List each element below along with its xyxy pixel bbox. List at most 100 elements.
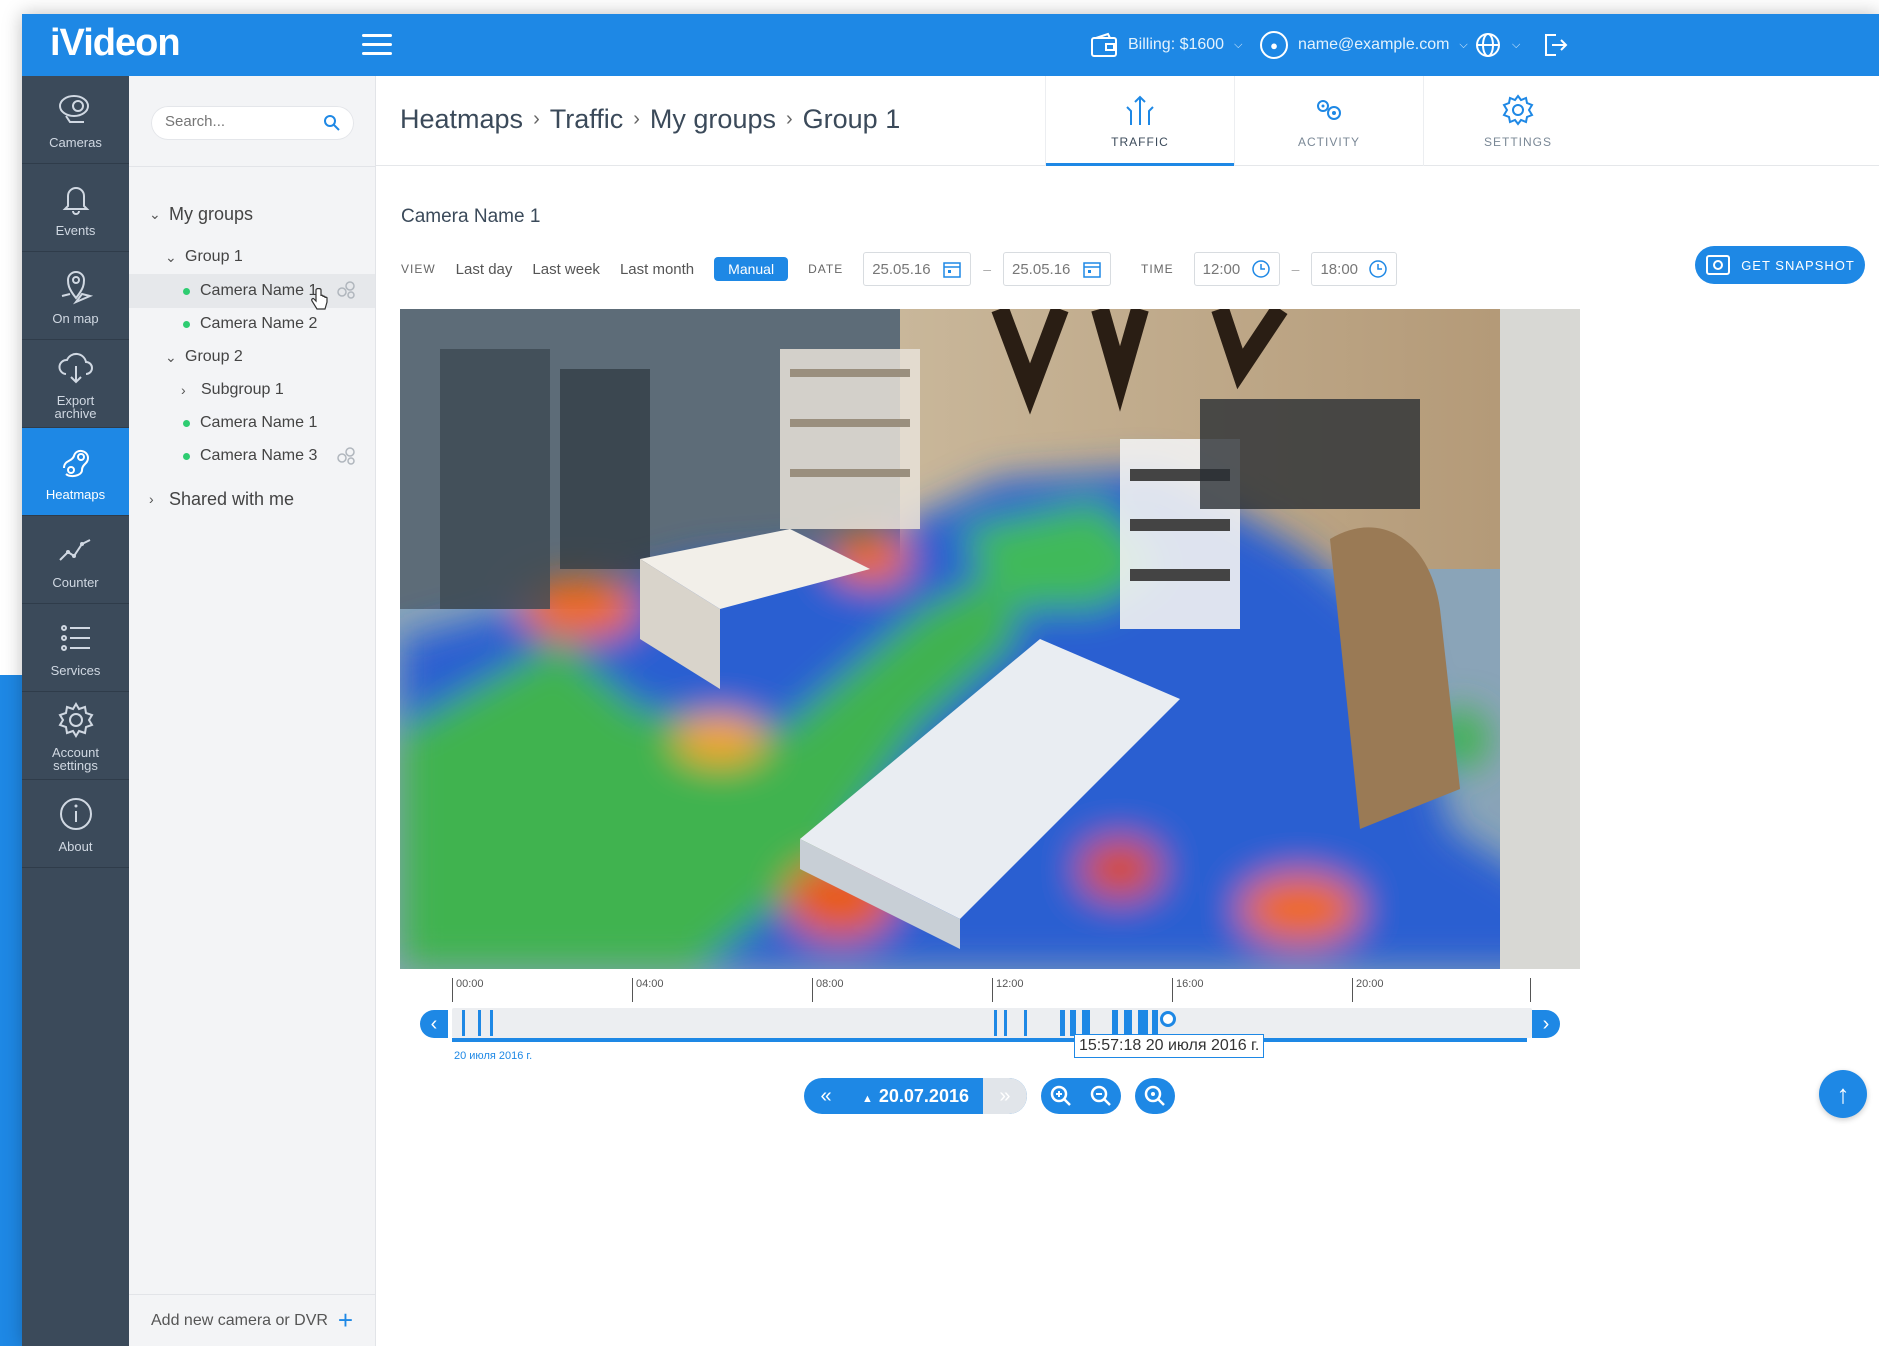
heatmap-viewer[interactable] — [400, 309, 1580, 969]
breadcrumb-item[interactable]: My groups — [650, 104, 776, 135]
time-from-field[interactable]: 12:00 — [1193, 252, 1280, 286]
tree-subgroup-1[interactable]: › Subgroup 1 — [181, 377, 284, 403]
recording-segment — [1070, 1010, 1076, 1036]
search-icon[interactable] — [322, 113, 342, 133]
tree-group-1[interactable]: ⌄ Group 1 — [165, 244, 243, 270]
date-picker-button[interactable]: ▲ 20.07.2016 — [848, 1086, 983, 1107]
zoom-in-button[interactable] — [1041, 1078, 1081, 1114]
zoom-fit-icon — [1144, 1085, 1165, 1106]
view-option-manual[interactable]: Manual — [714, 257, 789, 281]
nav-export-archive[interactable]: Export archive — [22, 340, 129, 428]
recording-segment — [478, 1010, 481, 1036]
chevron-down-icon: ⌄ — [165, 248, 177, 265]
zoom-reset-button[interactable] — [1135, 1078, 1175, 1114]
breadcrumb-item[interactable]: Traffic — [550, 104, 624, 135]
main-sidebar: Cameras Events On map Export archive Hea… — [22, 76, 129, 1346]
tick-label: 04:00 — [632, 978, 664, 1002]
nav-cameras[interactable]: Cameras — [22, 76, 129, 164]
tree-shared-with-me[interactable]: › Shared with me — [149, 486, 294, 512]
tree-label: Subgroup 1 — [201, 381, 284, 398]
page-header: Heatmaps › Traffic › My groups › Group 1… — [376, 76, 1879, 167]
app-window: iVideon Billing: $1600 ⌵ ● name@example.… — [22, 14, 1879, 1346]
zoom-out-icon — [1090, 1085, 1111, 1106]
chevron-down-icon: ⌄ — [149, 205, 161, 222]
tick-label: 16:00 — [1172, 978, 1204, 1002]
time-label: TIME — [1141, 262, 1174, 276]
zoom-out-button[interactable] — [1081, 1078, 1121, 1114]
timeline-track[interactable] — [452, 1008, 1532, 1038]
tree-label: My groups — [169, 203, 254, 224]
view-option-last-day[interactable]: Last day — [456, 261, 513, 278]
player-date: 20.07.2016 — [878, 1085, 969, 1106]
get-snapshot-button[interactable]: GET SNAPSHOT — [1695, 246, 1865, 284]
tick-label: 08:00 — [812, 978, 844, 1002]
chevron-down-icon: ⌄ — [165, 348, 177, 365]
add-camera-button[interactable]: Add new camera or DVR + — [129, 1294, 375, 1346]
date-navigator: « ▲ 20.07.2016 » — [804, 1078, 1027, 1114]
zoom-reset-group — [1134, 1078, 1175, 1114]
heatmap-share-icon[interactable] — [334, 444, 358, 468]
map-pin-icon — [61, 271, 93, 305]
nav-events[interactable]: Events — [22, 164, 129, 252]
recording-segment — [1124, 1010, 1132, 1036]
view-option-last-week[interactable]: Last week — [532, 261, 600, 278]
search-input[interactable] — [165, 113, 315, 130]
date-to-field[interactable]: 25.05.16 — [1003, 252, 1111, 286]
search-box — [151, 106, 354, 140]
breadcrumb-item[interactable]: Heatmaps — [400, 104, 523, 135]
tree-camera-item[interactable]: Camera Name 1 — [183, 410, 317, 436]
timeline-prev-button[interactable]: ‹ — [420, 1010, 448, 1038]
gear-icon — [58, 701, 93, 738]
recording-segment — [1112, 1010, 1118, 1036]
timeline-date: 20 июля 2016 г. — [454, 1050, 533, 1062]
time-to-field[interactable]: 18:00 — [1311, 252, 1398, 286]
info-icon — [59, 798, 92, 830]
nav-counter[interactable]: Counter — [22, 516, 129, 604]
camera-icon — [58, 95, 89, 123]
calendar-icon — [1083, 262, 1101, 278]
calendar-icon — [943, 262, 961, 278]
nav-services[interactable]: Services — [22, 604, 129, 692]
tree-my-groups[interactable]: ⌄ My groups — [149, 201, 253, 227]
next-day-button[interactable]: » — [982, 1078, 1027, 1114]
nav-label: Counter — [52, 575, 99, 590]
chevron-right-icon: › — [149, 491, 154, 507]
tree-camera-item[interactable]: Camera Name 2 — [183, 311, 317, 337]
language-dropdown[interactable]: ⌵ — [1474, 30, 1520, 60]
tick-label: 00:00 — [452, 978, 484, 1002]
heatmap-share-icon[interactable] — [334, 278, 358, 302]
breadcrumb-separator: › — [785, 108, 793, 130]
nav-account-settings[interactable]: Account settings — [22, 692, 129, 780]
tab-traffic[interactable]: TRAFFIC — [1045, 76, 1234, 167]
nav-label: Heatmaps — [45, 487, 106, 502]
hand-cursor-icon — [311, 288, 328, 310]
timeline-playhead[interactable] — [1160, 1011, 1176, 1027]
menu-toggle-button[interactable] — [362, 34, 392, 58]
timeline-progress — [452, 1038, 1527, 1042]
tab-activity[interactable]: ACTIVITY — [1234, 76, 1423, 166]
nav-heatmaps[interactable]: Heatmaps — [22, 428, 129, 516]
tree-label: Shared with me — [169, 488, 295, 509]
view-option-last-month[interactable]: Last month — [620, 261, 694, 278]
nav-on-map[interactable]: On map — [22, 252, 129, 340]
scroll-top-button[interactable]: ↑ — [1819, 1070, 1867, 1118]
timeline-ticks: 00:00 04:00 08:00 12:00 16:00 20:00 — [452, 972, 1532, 1002]
previous-day-button[interactable]: « — [804, 1078, 848, 1114]
date-from-field[interactable]: 25.05.16 — [863, 252, 972, 286]
nav-label: Account settings — [52, 744, 99, 773]
arrow-up-icon: ↑ — [1836, 1078, 1850, 1109]
online-status-dot — [183, 452, 190, 460]
account-dropdown[interactable]: ● name@example.com ⌵ — [1260, 30, 1468, 60]
logout-button[interactable] — [1542, 30, 1568, 60]
nav-label: About — [58, 839, 93, 854]
tree-group-2[interactable]: ⌄ Group 2 — [165, 344, 243, 370]
nav-about[interactable]: About — [22, 780, 129, 868]
view-tabs: TRAFFIC ACTIVITY SETTINGS — [1045, 76, 1612, 167]
tree-camera-item[interactable]: Camera Name 3 — [183, 443, 317, 469]
billing-dropdown[interactable]: Billing: $1600 ⌵ — [1090, 30, 1242, 60]
timeline-next-button[interactable]: › — [1532, 1010, 1560, 1038]
date-from-value: 25.05.16 — [872, 260, 931, 278]
recording-segment — [1004, 1010, 1007, 1036]
tab-settings[interactable]: SETTINGS — [1423, 76, 1612, 166]
breadcrumb-item: Group 1 — [802, 104, 901, 134]
